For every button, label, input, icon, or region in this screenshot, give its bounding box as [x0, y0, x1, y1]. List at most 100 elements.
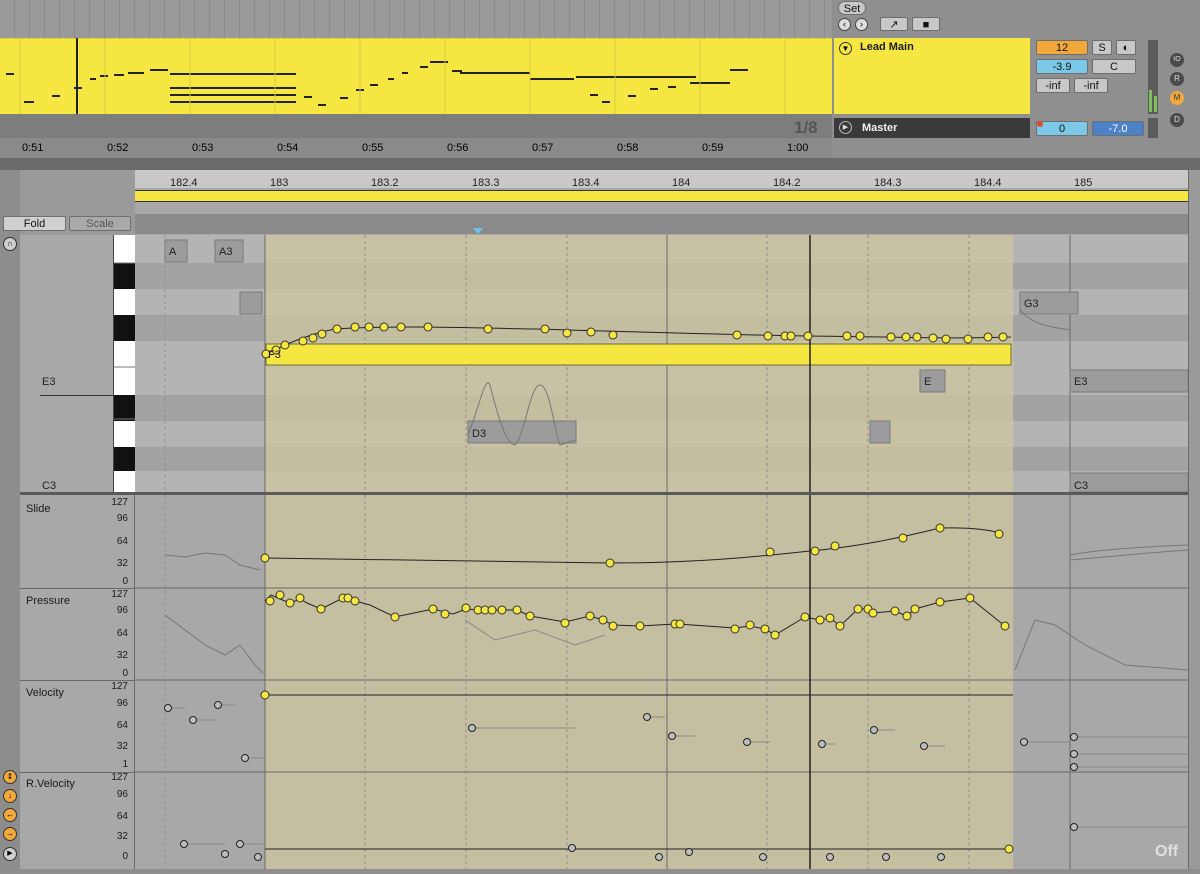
time-label: 0:55 — [362, 142, 384, 154]
note-label: D3 — [472, 428, 487, 440]
beat-ruler[interactable]: 182.4 183 183.2 183.3 183.4 184 184.2 18… — [135, 170, 1188, 189]
axis-tick: 32 — [116, 741, 128, 752]
editor-left-column — [0, 170, 20, 869]
axis-tick: 64 — [116, 628, 128, 639]
track-header[interactable]: ▼ Lead Main — [834, 38, 1030, 114]
piano-keyboard[interactable] — [113, 235, 136, 492]
axis-tick: 96 — [116, 513, 128, 524]
fold-button[interactable]: Fold — [3, 216, 66, 231]
headphones-icon[interactable]: ∩ — [3, 237, 17, 251]
editor-scrub-strip[interactable] — [135, 214, 1188, 234]
note-label: F3 — [268, 349, 281, 361]
expression-lanes-canvas — [135, 495, 1189, 869]
axis-tick: 96 — [116, 698, 128, 709]
solo-button[interactable]: S — [1092, 40, 1112, 55]
time-label: 0:58 — [617, 142, 639, 154]
master-meter — [1148, 118, 1158, 138]
arm-icon[interactable]: ◐ — [1116, 40, 1136, 55]
lane-label-column-border — [134, 495, 135, 869]
lane-name-slide: Slide — [26, 503, 51, 515]
axis-tick: 96 — [116, 605, 128, 616]
m-label: M — [1173, 93, 1181, 102]
arrow-left-icon[interactable]: ‹ — [838, 18, 851, 31]
time-label: 0:56 — [447, 142, 469, 154]
lane-divider[interactable] — [20, 680, 135, 681]
master-name[interactable]: Master — [862, 122, 897, 134]
note-label: A — [169, 246, 177, 258]
lane-name-velocity: Velocity — [26, 687, 64, 699]
vertical-scrollbar[interactable] — [1188, 170, 1200, 869]
ruler-label: 184.2 — [773, 177, 801, 189]
key-label-e3: E3 — [42, 376, 56, 388]
lane-name-pressure: Pressure — [26, 595, 71, 607]
arrangement-header-strip — [0, 0, 832, 38]
master-value-b[interactable]: -7.0 — [1092, 121, 1144, 136]
loop-brace[interactable] — [135, 190, 1188, 202]
piano-keys — [114, 262, 136, 471]
time-label: 0:57 — [532, 142, 554, 154]
master-indicator-icon — [1037, 121, 1043, 127]
arrangement-view: 1/8 0:51 0:52 0:53 0:54 0:55 0:56 0:57 0… — [0, 0, 832, 158]
pan-center[interactable]: C — [1092, 59, 1136, 74]
d-label: D — [1174, 115, 1180, 124]
lane-divider[interactable] — [20, 772, 135, 773]
expand-lanes-icon[interactable]: ⇕ — [3, 770, 17, 784]
lane-divider[interactable] — [20, 588, 135, 589]
r-button[interactable]: R — [1170, 72, 1184, 86]
track-volume[interactable]: 12 — [1036, 40, 1088, 55]
axis-tick: 32 — [116, 831, 128, 842]
track-pan-value[interactable]: -3.9 — [1036, 59, 1088, 74]
note-label: A3 — [219, 246, 233, 258]
scroll-right-icon[interactable]: → — [3, 827, 17, 841]
axis-tick: 96 — [116, 789, 128, 800]
axis-tick: 127 — [111, 772, 128, 783]
playhead-marker-icon[interactable] — [473, 228, 483, 234]
note-label: E3 — [1074, 376, 1088, 388]
ruler-label: 183.4 — [572, 177, 600, 189]
master-play-icon[interactable]: ▶ — [839, 121, 852, 134]
axis-tick: 0 — [122, 668, 128, 679]
axis-tick: 32 — [116, 558, 128, 569]
expression-lanes[interactable]: Off — [135, 495, 1189, 869]
note-label: G3 — [1024, 298, 1039, 310]
ruler-label: 184.3 — [874, 177, 902, 189]
lock-icon[interactable]: ■ — [912, 17, 940, 31]
clip-notes-preview — [0, 37, 832, 114]
note-grid[interactable]: A A3 F3 G3 E E3 D3 C3 — [135, 235, 1189, 493]
master-header[interactable]: ▶ Master — [834, 118, 1030, 138]
arrow-right-icon[interactable]: › — [855, 18, 868, 31]
level-meter — [1148, 40, 1158, 114]
time-label: 0:54 — [277, 142, 299, 154]
io-button[interactable]: IO — [1170, 53, 1184, 67]
lane-name-release-velocity: R.Velocity — [26, 778, 75, 790]
expand-icon[interactable]: ↗ — [880, 17, 908, 31]
meter-left: -inf — [1036, 78, 1070, 93]
status-off[interactable]: Off — [1155, 843, 1178, 861]
key-label-c3: C3 — [42, 480, 57, 492]
master-value-a[interactable]: 0 — [1036, 121, 1088, 136]
arrangement-clip[interactable] — [0, 37, 832, 114]
scale-button[interactable]: Scale — [69, 216, 131, 231]
ruler-label: 183.3 — [472, 177, 500, 189]
note-label: C3 — [1074, 480, 1089, 492]
play-icon[interactable]: ▶ — [3, 847, 17, 861]
time-label: 1:00 — [787, 142, 809, 154]
fit-icon[interactable]: ↓ — [3, 789, 17, 803]
set-button[interactable]: Set — [838, 1, 866, 15]
axis-tick: 32 — [116, 650, 128, 661]
time-label: 0:59 — [702, 142, 724, 154]
track-name[interactable]: Lead Main — [860, 41, 914, 53]
m-button[interactable]: M — [1170, 91, 1184, 105]
d-button[interactable]: D — [1170, 113, 1184, 127]
scroll-left-icon[interactable]: ← — [3, 808, 17, 822]
view-divider — [0, 158, 1200, 170]
note-grid-canvas — [135, 235, 1189, 493]
key-label-e3-line — [40, 395, 113, 396]
axis-tick: 127 — [111, 681, 128, 692]
track-fold-icon[interactable]: ▼ — [839, 42, 852, 55]
ruler-label: 182.4 — [170, 177, 198, 189]
grid-resolution-label[interactable]: 1/8 — [794, 118, 818, 138]
ruler-label: 183 — [270, 177, 289, 189]
time-ruler[interactable]: 0:51 0:52 0:53 0:54 0:55 0:56 0:57 0:58 … — [0, 138, 832, 158]
axis-tick: 64 — [116, 811, 128, 822]
